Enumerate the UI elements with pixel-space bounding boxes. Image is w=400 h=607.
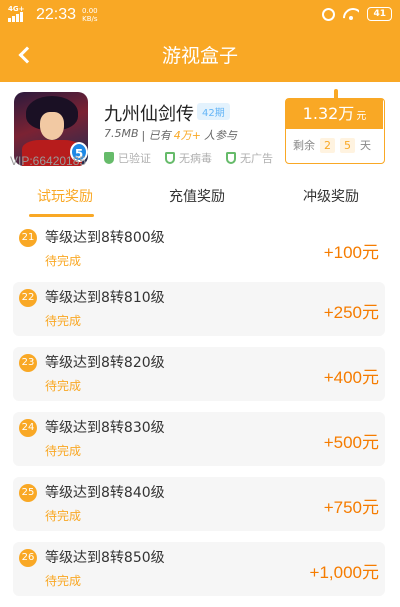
remaining-days-ones: 5 [340,137,355,153]
shield-check-icon [104,152,114,164]
task-title: 等级达到8转840级 [45,485,165,501]
vip-id: VIP:66420185 [10,154,87,168]
game-header: 5 VIP:66420185 九州仙剑传 42期 7.5MB | 已有 4万+ … [0,82,400,174]
player-count-suffix: 人参与 [203,129,237,142]
badge-no-virus: 无病毒 [165,150,212,166]
task-status: 待完成 [45,444,82,458]
game-meta-separator: | 已有 [141,129,171,142]
task-number: 23 [19,354,37,372]
task-row[interactable]: 22 等级达到8转810级 待完成 +250元 [13,282,385,336]
player-count: 4万+ [173,129,201,142]
task-title: 等级达到8转800级 [45,230,165,246]
task-reward: +100元 [323,243,379,262]
game-size: 7.5MB [104,127,139,140]
badge-verified-label: 已验证 [118,152,151,165]
task-reward: +250元 [323,303,379,322]
status-bar: 4G+ 22:33 0.00 KB/s 41 [0,0,400,30]
task-status: 待完成 [45,379,82,393]
status-right: 41 [322,7,392,21]
task-row[interactable]: 25 等级达到8转840级 待完成 +750元 [13,477,385,531]
tab-level-reward[interactable]: 冲级奖励 [303,186,359,206]
active-tab-indicator [29,214,94,217]
task-status: 待完成 [45,509,82,523]
task-reward: +400元 [323,368,379,387]
wifi-icon [343,8,359,20]
task-title: 等级达到8转830级 [45,420,165,436]
badge-no-ads-label: 无广告 [240,152,273,165]
shield-icon [226,152,236,164]
remaining-label: 剩余 [293,139,315,152]
signal-icon: 4G+ [8,5,30,22]
remaining-days: 剩余 2 5 天 [293,137,371,153]
task-row[interactable]: 24 等级达到8转830级 待完成 +500元 [13,412,385,466]
game-name: 九州仙剑传 [104,104,194,125]
reward-tabs: 试玩奖励 充值奖励 冲级奖励 [0,186,400,218]
badge-no-virus-label: 无病毒 [179,152,212,165]
shield-icon [165,152,175,164]
task-title: 等级达到8转810级 [45,290,165,306]
page-title: 游视盒子 [161,45,238,67]
alarm-icon [322,7,336,21]
nav-bar: 游视盒子 [0,30,400,82]
period-badge: 42期 [197,103,230,120]
task-number: 25 [19,484,37,502]
task-row[interactable]: 26 等级达到8转850级 待完成 +1,000元 [13,542,385,596]
remaining-days-tens: 2 [320,137,335,153]
network-speed-value: 0.00 [82,7,98,15]
task-number: 21 [19,229,37,247]
task-row[interactable]: 23 等级达到8转820级 待完成 +400元 [13,347,385,401]
badge-no-ads: 无广告 [226,150,273,166]
task-number: 24 [19,419,37,437]
tab-recharge-reward[interactable]: 充值奖励 [169,186,225,206]
back-arrow-icon [18,46,36,64]
badge-verified: 已验证 [104,150,151,166]
task-reward: +750元 [323,498,379,517]
game-meta: 7.5MB | 已有 4万+ 人参与 [104,127,237,143]
safety-badges: 已验证 无病毒 无广告 [104,150,273,166]
total-reward-unit: 元 [356,111,367,122]
task-number: 26 [19,549,37,567]
tab-trial-reward[interactable]: 试玩奖励 [37,186,93,206]
total-reward-card: 1.32万元 剩余 2 5 天 [285,89,385,164]
task-status: 待完成 [45,314,82,328]
task-title: 等级达到8转820级 [45,355,165,371]
battery-icon: 41 [367,7,392,21]
network-speed-unit: KB/s [82,15,98,23]
task-status: 待完成 [45,254,82,268]
network-speed: 0.00 KB/s [82,7,98,23]
task-title: 等级达到8转850级 [45,550,165,566]
total-reward-value: 1.32万 [302,104,355,123]
status-time: 22:33 [36,6,77,23]
task-status: 待完成 [45,574,82,588]
back-button[interactable] [10,40,40,70]
status-left: 4G+ 22:33 0.00 KB/s [8,5,98,24]
task-reward: +1,000元 [309,563,379,582]
remaining-days-unit: 天 [360,139,371,152]
total-reward-amount: 1.32万元 [286,99,383,129]
task-row[interactable]: 21 等级达到8转800级 待完成 +100元 [13,222,385,276]
task-number: 22 [19,289,37,307]
task-reward: +500元 [323,433,379,452]
